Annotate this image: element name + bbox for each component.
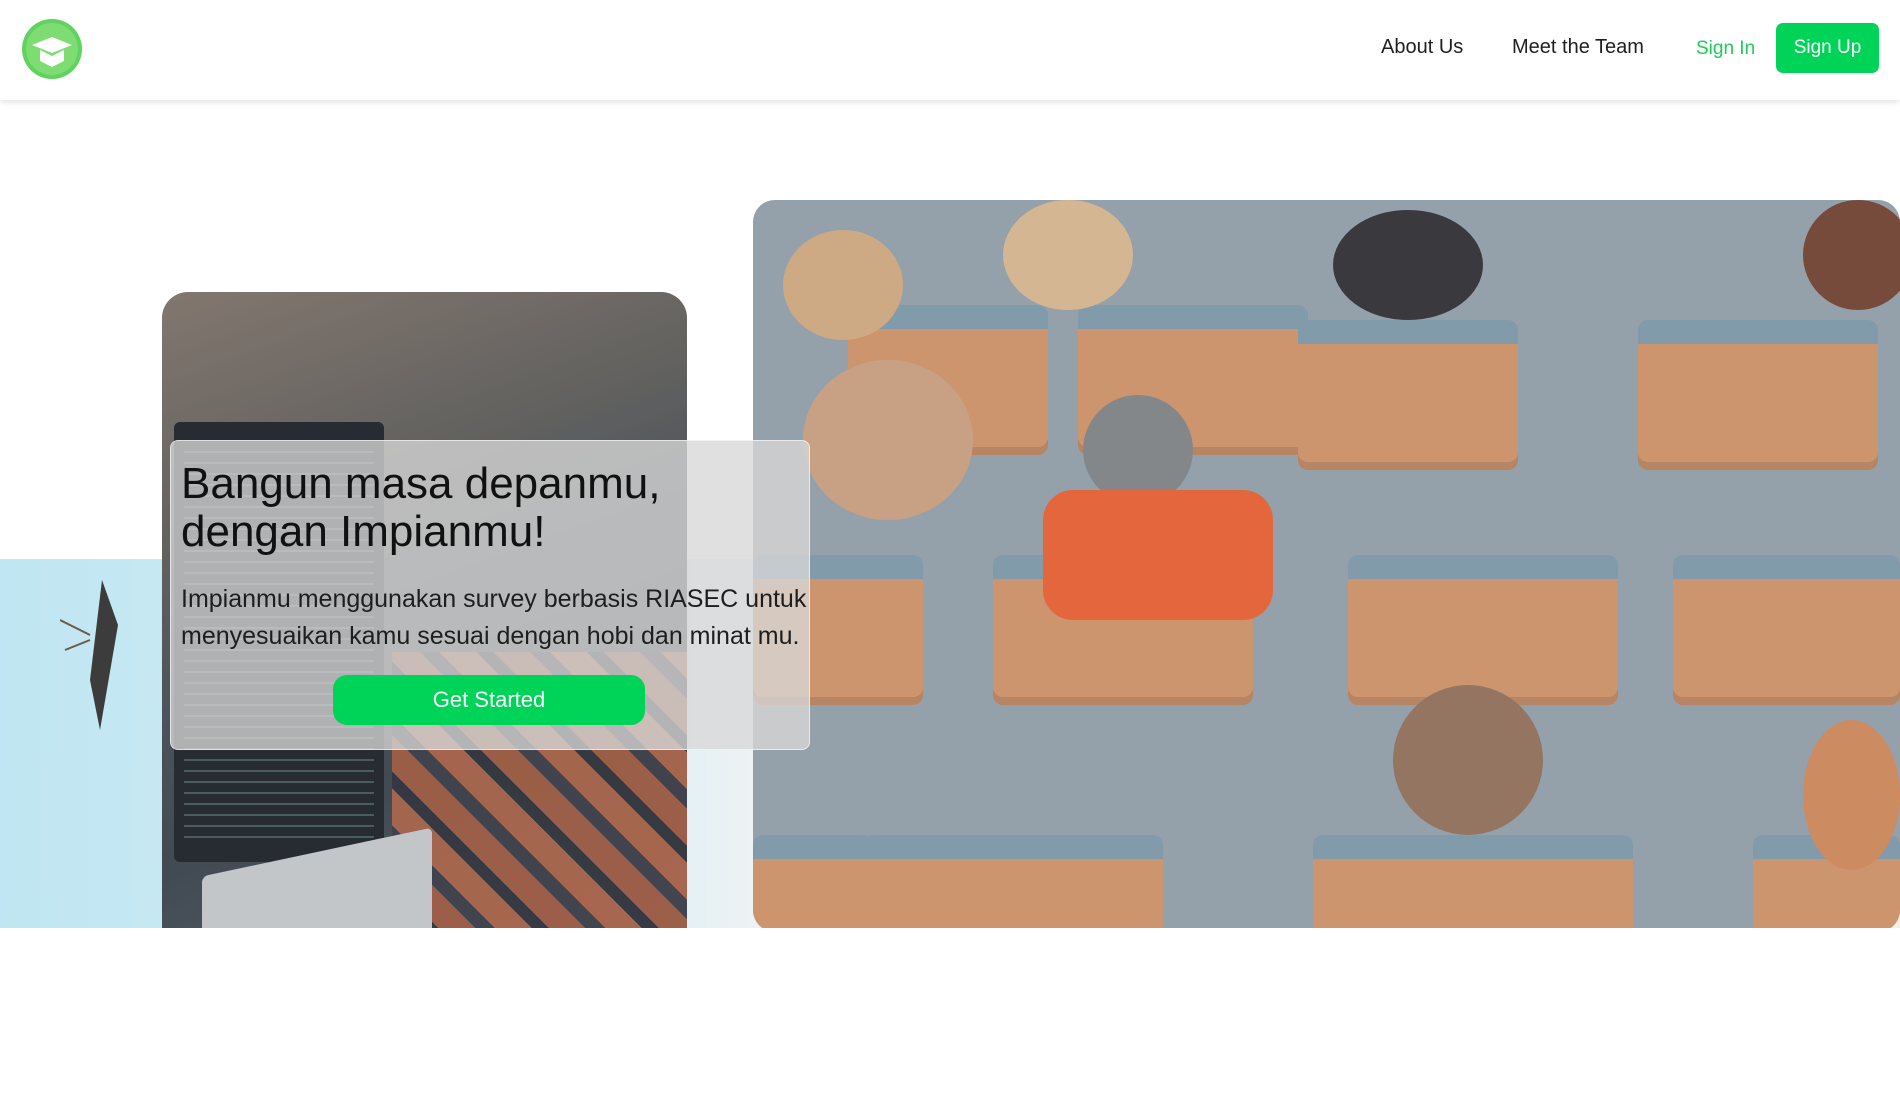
hero-title: Bangun masa depanmu, dengan Impianmu! xyxy=(181,460,801,556)
lecture-hall-photo xyxy=(753,200,1900,928)
nav-meet-the-team-link[interactable]: Meet the Team xyxy=(1512,36,1644,59)
get-started-button[interactable]: Get Started xyxy=(333,675,645,725)
nav-about-us-link[interactable]: About Us xyxy=(1381,36,1463,59)
hero-description: Impianmu menggunakan survey berbasis RIA… xyxy=(181,581,811,655)
graduation-cap-photo xyxy=(60,580,118,730)
top-navbar: About Us Meet the Team Sign In Sign Up xyxy=(0,0,1900,100)
hero-title-line-1: Bangun masa depanmu, xyxy=(181,459,661,508)
hero-title-line-2: dengan Impianmu! xyxy=(181,507,546,556)
graduation-cap-logo-icon[interactable] xyxy=(20,17,84,81)
hero-description-line-2: menyesuaikan kamu sesuai dengan hobi dan… xyxy=(181,622,800,650)
photo-overlay xyxy=(753,200,1900,928)
hero-description-line-1: Impianmu menggunakan survey berbasis RIA… xyxy=(181,585,807,613)
hero-section: Bangun masa depanmu, dengan Impianmu! Im… xyxy=(0,100,1900,928)
sign-in-link[interactable]: Sign In xyxy=(1696,38,1755,60)
sign-up-button[interactable]: Sign Up xyxy=(1776,23,1879,73)
